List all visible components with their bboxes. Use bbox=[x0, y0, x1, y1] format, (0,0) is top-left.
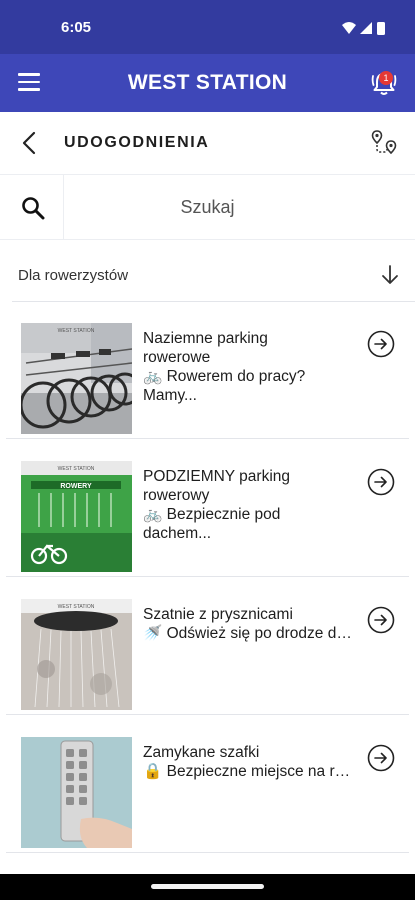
thumb-sign: ROWERY bbox=[60, 483, 92, 490]
arrow-right-circle-icon[interactable] bbox=[367, 606, 395, 634]
search-button[interactable] bbox=[0, 175, 64, 239]
app-bar: WEST STATION 1 bbox=[0, 54, 415, 112]
item-title-line2: rowerowe bbox=[143, 349, 211, 366]
item-subtitle: 🔒 Bezpieczne miejsce na rzeczy bbox=[143, 763, 353, 780]
category-label: Dla rowerzystów bbox=[18, 267, 129, 284]
item-title: Naziemne parking bbox=[143, 330, 268, 347]
shower-photo: WEST STATION bbox=[21, 599, 132, 710]
item-title-line2: rowerowy bbox=[143, 487, 210, 504]
battery-icon bbox=[377, 22, 385, 35]
map-route-icon[interactable] bbox=[369, 128, 399, 158]
arrow-right-circle-icon[interactable] bbox=[367, 744, 395, 772]
thumb-logo: WEST STATION bbox=[58, 604, 95, 610]
item-text: Naziemne parking rowerowe 🚲 Rowerem do p… bbox=[143, 329, 353, 405]
item-title: PODZIEMNY parking bbox=[143, 468, 291, 485]
underground-bike-parking-photo: ROWERY WEST STATION bbox=[21, 461, 132, 572]
arrow-right-circle-icon[interactable] bbox=[367, 330, 395, 358]
item-subtitle: 🚿 Odśwież się po drodze do pracy bbox=[143, 625, 353, 642]
status-bar: 6:05 bbox=[0, 0, 415, 54]
item-subtitle: 🚲 Bezpiecznie pod bbox=[143, 506, 281, 523]
status-time: 6:05 bbox=[61, 19, 92, 36]
system-icons bbox=[342, 22, 385, 35]
list-item[interactable]: WEST STATION Szatnie z prysznicami 🚿 Odś… bbox=[6, 578, 409, 715]
page-title: UDOGODNIENIA bbox=[64, 134, 210, 151]
search-icon bbox=[22, 197, 45, 220]
list-item[interactable]: WEST STATION Naziemne parking rowerowe 🚲… bbox=[6, 302, 409, 439]
search-input[interactable] bbox=[64, 175, 351, 239]
system-nav-bar bbox=[0, 874, 415, 900]
list-item[interactable]: ROWERY WEST STATION PODZIEMNY parking ro… bbox=[6, 440, 409, 577]
home-gesture-handle[interactable] bbox=[151, 884, 264, 889]
arrow-right-circle-icon[interactable] bbox=[367, 468, 395, 496]
locker-keypad-photo bbox=[21, 737, 132, 848]
thumb-logo: WEST STATION bbox=[58, 466, 95, 472]
wifi-icon bbox=[342, 22, 356, 34]
list-item[interactable]: Zamykane szafki 🔒 Bezpieczne miejsce na … bbox=[6, 716, 409, 853]
item-text: PODZIEMNY parking rowerowy 🚲 Bezpiecznie… bbox=[143, 467, 353, 543]
item-text: Zamykane szafki 🔒 Bezpieczne miejsce na … bbox=[143, 743, 353, 781]
arrow-down-icon[interactable] bbox=[379, 264, 401, 286]
notifications-button[interactable]: 1 bbox=[369, 66, 399, 98]
thumb-logo: WEST STATION bbox=[58, 328, 95, 334]
app-title: WEST STATION bbox=[127, 71, 288, 94]
bike-rack-photo: WEST STATION bbox=[21, 323, 132, 434]
search-bar bbox=[0, 174, 415, 240]
back-arrow-icon[interactable] bbox=[18, 131, 42, 155]
item-title: Zamykane szafki bbox=[143, 744, 260, 761]
item-subtitle: 🚲 Rowerem do pracy? bbox=[143, 368, 306, 385]
item-title: Szatnie z prysznicami bbox=[143, 606, 293, 623]
item-text: Szatnie z prysznicami 🚿 Odśwież się po d… bbox=[143, 605, 353, 643]
page-header: UDOGODNIENIA bbox=[0, 112, 415, 174]
signal-icon bbox=[360, 22, 372, 34]
notification-badge: 1 bbox=[379, 71, 393, 85]
item-subtitle-line2: dachem... bbox=[143, 525, 212, 542]
category-filter[interactable]: Dla rowerzystów bbox=[12, 240, 415, 302]
item-subtitle-line2: Mamy... bbox=[143, 387, 197, 404]
